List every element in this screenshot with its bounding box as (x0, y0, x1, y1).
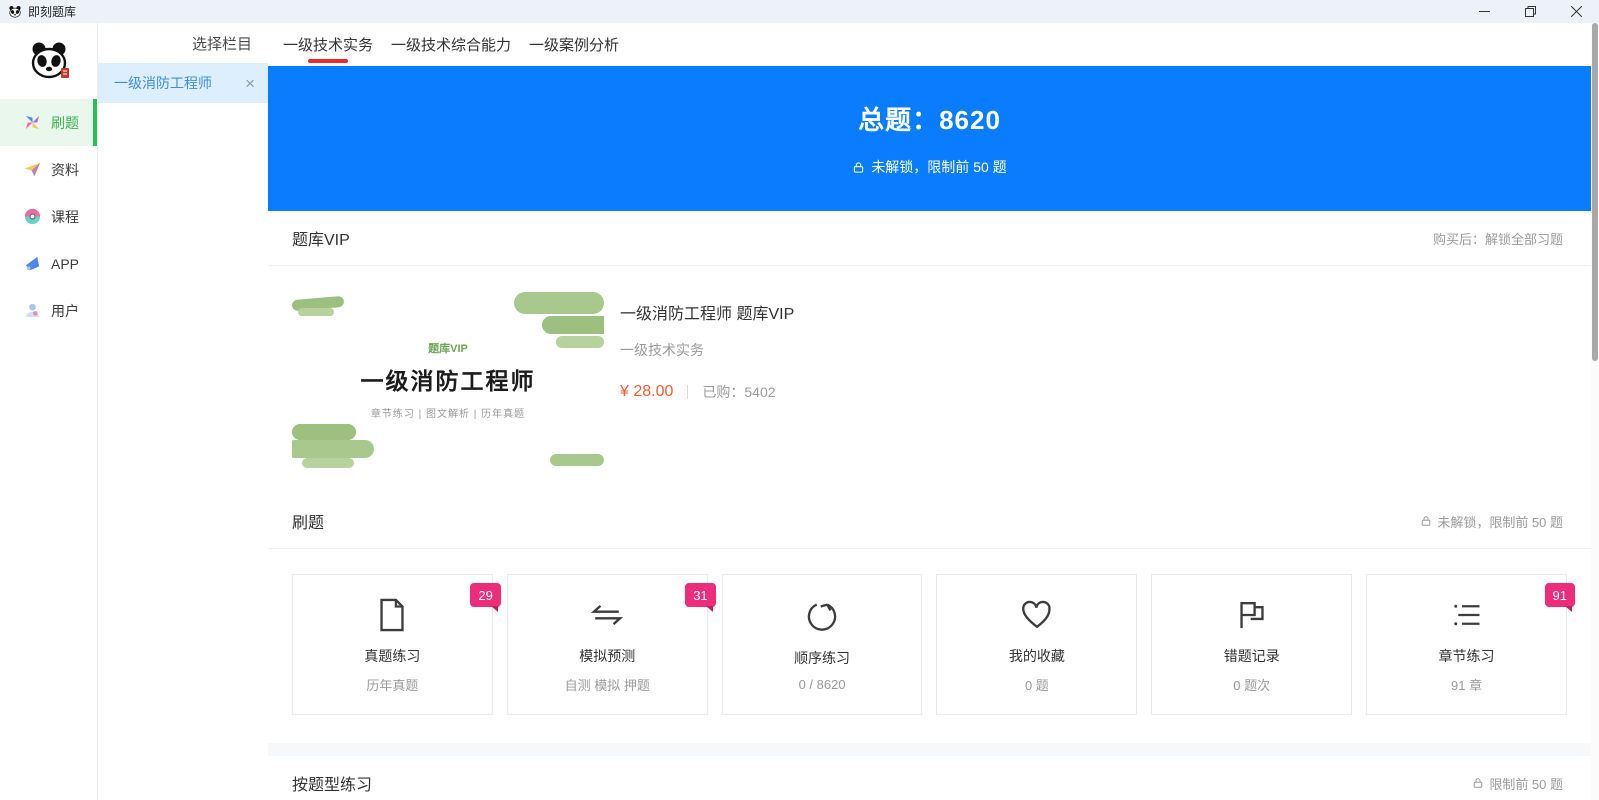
practice-section-note: 未解锁，限制前 50 题 (1420, 512, 1563, 531)
card-mock-prediction[interactable]: 31 模拟预测 自测 模拟 押题 (506, 574, 716, 715)
vip-card-info: 一级消防工程师 题库VIP 一级技术实务 ¥ 28.00 已购：5402 (620, 292, 794, 468)
lock-icon (852, 161, 865, 174)
card-title: 真题练习 (364, 647, 421, 664)
globe-icon (23, 207, 42, 226)
scrollbar[interactable] (1591, 23, 1599, 800)
card-title: 我的收藏 (1008, 647, 1065, 664)
sidebar-item-courses[interactable]: 课程 (0, 193, 97, 240)
practice-section-title: 刷题 (292, 515, 325, 532)
vip-card-subject: 一级技术实务 (620, 342, 704, 358)
scrollbar-thumb[interactable] (1592, 23, 1598, 361)
sidebar-item-label: 用户 (51, 302, 79, 319)
card-title: 错题记录 (1223, 647, 1280, 664)
window-titlebar: 即刻题库 (0, 0, 1599, 23)
vip-section-title: 题库VIP (292, 232, 350, 249)
divider (687, 385, 689, 399)
category-panel-header: 选择栏目 (191, 35, 252, 53)
by-question-type-title: 按题型练习 (292, 777, 373, 794)
by-question-type-header: 按题型练习 限制前 50 题 (268, 756, 1591, 800)
paper-plane-icon (23, 160, 42, 179)
swap-arrows-icon (590, 596, 624, 634)
vip-card-title: 一级消防工程师 题库VIP (620, 306, 795, 323)
vip-image-features: 章节练习 | 图文解析 | 历年真题 (370, 409, 526, 420)
card-my-favorites[interactable]: 我的收藏 0 题 (936, 574, 1138, 715)
vip-purchased-count: 已购：5402 (702, 384, 776, 400)
user-icon (23, 301, 42, 320)
vip-cover-image: 题库VIP 一级消防工程师 章节练习 | 图文解析 | 历年真题 (292, 292, 604, 468)
sidebar-item-label: 课程 (51, 208, 79, 225)
category-item-selected[interactable]: 一级消防工程师 × (98, 63, 268, 103)
tab-comprehensive-ability[interactable]: 一级技术综合能力 (391, 23, 511, 66)
sidebar-item-app[interactable]: APP (0, 240, 97, 287)
list-icon (1450, 596, 1484, 634)
card-subtitle: 自测 模拟 押题 (564, 677, 650, 693)
sidebar-item-label: 刷题 (51, 114, 79, 131)
window-title: 即刻题库 (28, 5, 77, 19)
card-chapter-practice[interactable]: 91 章节练习 91 章 (1366, 574, 1575, 715)
app-icon (23, 254, 42, 273)
category-item-label: 一级消防工程师 (114, 75, 212, 91)
card-wrong-answer-record[interactable]: 错题记录 0 题次 (1151, 574, 1353, 715)
section-separator (268, 743, 1591, 756)
vip-price-line: ¥ 28.00 已购：5402 (620, 382, 794, 402)
heart-icon (1020, 596, 1054, 634)
card-badge: 91 (1544, 583, 1575, 612)
vip-section-header: 题库VIP 购买后：解锁全部习题 (268, 211, 1591, 265)
close-icon[interactable]: × (245, 75, 255, 92)
card-subtitle: 91 章 (1451, 677, 1483, 693)
card-title: 模拟预测 (579, 647, 636, 664)
sidebar-item-label: APP (51, 255, 80, 272)
card-subtitle: 0 / 8620 (798, 676, 846, 692)
main-content: 一级技术实务 一级技术综合能力 一级案例分析 总题：8620 未解锁，限制前 5… (268, 23, 1599, 800)
tab-case-analysis[interactable]: 一级案例分析 (529, 23, 619, 66)
category-panel: 选择栏目 一级消防工程师 × (98, 23, 268, 800)
panda-logo (0, 23, 97, 99)
banner-lock-note: 未解锁，限制前 50 题 (852, 157, 1007, 177)
sidebar-item-label: 资料 (51, 161, 79, 178)
refresh-icon (805, 598, 839, 636)
card-title: 顺序练习 (794, 649, 851, 666)
card-real-exam-practice[interactable]: 29 真题练习 历年真题 (292, 574, 501, 715)
subject-tabbar: 一级技术实务 一级技术综合能力 一级案例分析 (268, 23, 1591, 66)
lock-icon (1472, 777, 1484, 789)
flag-icon (1235, 596, 1269, 634)
vip-image-tag: 题库VIP (428, 343, 468, 355)
vip-card[interactable]: 题库VIP 一级消防工程师 章节练习 | 图文解析 | 历年真题 一级消防工程师… (268, 266, 1591, 494)
card-title: 章节练习 (1438, 647, 1495, 664)
by-question-type-note: 限制前 50 题 (1472, 774, 1563, 793)
card-badge: 31 (685, 583, 716, 612)
sidebar-item-materials[interactable]: 资料 (0, 146, 97, 193)
card-badge: 29 (470, 583, 501, 612)
minimize-button[interactable] (1461, 0, 1507, 23)
pinwheel-icon (23, 113, 42, 132)
lock-icon (1420, 515, 1432, 527)
practice-cards: 29 真题练习 历年真题 31 模拟预测 自测 模拟 押题 顺序练习 0 / 8… (268, 549, 1591, 743)
vip-image-name: 一级消防工程师 (360, 368, 536, 394)
sidebar: 刷题 资料 课程 APP 用户 (0, 23, 98, 800)
document-icon (376, 596, 408, 634)
sidebar-item-user[interactable]: 用户 (0, 287, 97, 334)
total-questions-banner: 总题：8620 未解锁，限制前 50 题 (268, 66, 1591, 211)
card-subtitle: 0 题次 (1233, 677, 1271, 693)
close-button[interactable] (1553, 0, 1599, 23)
restore-button[interactable] (1507, 0, 1553, 23)
vip-section-note: 购买后：解锁全部习题 (1432, 231, 1563, 247)
card-subtitle: 历年真题 (366, 677, 419, 693)
panda-app-icon (8, 5, 22, 19)
tab-technical-practice[interactable]: 一级技术实务 (283, 23, 373, 66)
card-subtitle: 0 题 (1024, 677, 1049, 693)
sidebar-item-practice[interactable]: 刷题 (0, 99, 97, 146)
practice-section-header: 刷题 未解锁，限制前 50 题 (268, 494, 1591, 548)
vip-price: ¥ 28.00 (620, 383, 674, 400)
card-sequential-practice[interactable]: 顺序练习 0 / 8620 (721, 574, 923, 715)
total-questions-count: 总题：8620 (858, 105, 1001, 135)
